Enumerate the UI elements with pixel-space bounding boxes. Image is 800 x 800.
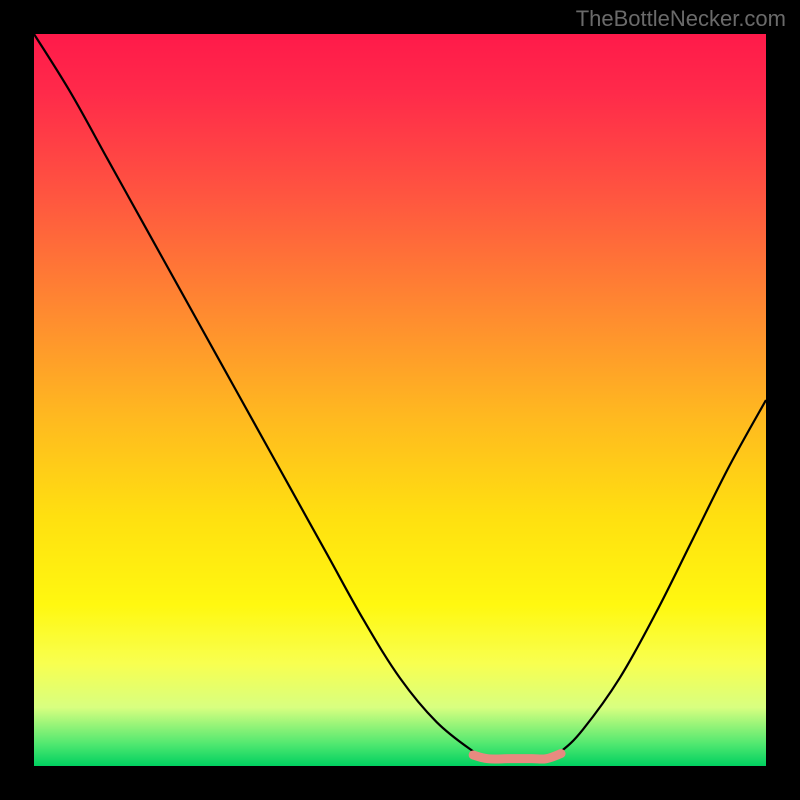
optimal-band-line bbox=[473, 754, 561, 760]
watermark-label: TheBottleNecker.com bbox=[576, 6, 786, 32]
chart-svg-layer bbox=[34, 34, 766, 766]
bottleneck-curve-line bbox=[34, 34, 766, 759]
chart-plot-area bbox=[34, 34, 766, 766]
